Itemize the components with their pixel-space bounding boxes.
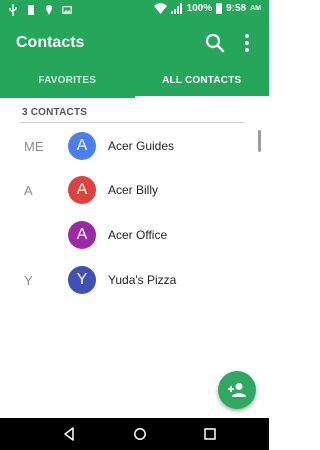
clock-time: 9:58 [226, 3, 247, 14]
battery-percent: 100% [186, 3, 213, 14]
search-icon[interactable] [204, 32, 226, 54]
sd-card-icon [28, 5, 34, 15]
tab-favorites[interactable]: FAVORITES [0, 68, 135, 98]
tab-bar: FAVORITES ALL CONTACTS [0, 68, 269, 98]
list-item[interactable]: Y Y Yuda's Pizza [0, 258, 269, 302]
contact-name: Yuda's Pizza [108, 273, 177, 287]
location-icon [45, 5, 53, 15]
avatar: Y [68, 266, 96, 294]
avatar: A [68, 221, 96, 249]
section-letter: A [24, 182, 33, 198]
section-letter: ME [24, 138, 44, 154]
navigation-bar [0, 418, 269, 450]
page-title: Contacts [16, 34, 85, 51]
contact-name: Acer Office [108, 228, 168, 242]
home-button[interactable] [132, 426, 148, 442]
add-contact-button[interactable] [218, 371, 256, 409]
status-bar: 100% 9:58 AM [0, 0, 269, 20]
back-icon [64, 427, 74, 441]
divider [20, 122, 244, 123]
clock-ampm: AM [250, 5, 261, 12]
contact-name: Acer Guides [108, 139, 175, 153]
more-vert-icon[interactable] [241, 32, 253, 54]
image-icon [62, 6, 72, 14]
list-item[interactable]: A A Acer Billy [0, 168, 269, 212]
contacts-screen: 100% 9:58 AM Contacts FAVORITES ALL CONT… [0, 0, 269, 450]
recents-button[interactable] [202, 426, 218, 442]
avatar: A [68, 176, 96, 204]
signal-icon [170, 3, 182, 14]
contact-name: Acer Billy [108, 183, 159, 197]
add-person-icon [228, 383, 246, 397]
usb-icon [9, 4, 17, 16]
battery-icon [216, 3, 223, 14]
avatar: A [68, 132, 96, 160]
app-bar: Contacts FAVORITES ALL CONTACTS [0, 20, 269, 98]
wifi-icon [153, 3, 167, 14]
list-item[interactable]: A Acer Office [0, 213, 269, 257]
back-button[interactable] [61, 426, 77, 442]
recents-icon [204, 428, 216, 440]
section-letter: Y [24, 272, 33, 288]
home-icon [134, 428, 146, 440]
contacts-count: 3 CONTACTS [22, 107, 88, 118]
tab-all-contacts[interactable]: ALL CONTACTS [134, 68, 270, 98]
list-item[interactable]: ME A Acer Guides [0, 124, 269, 168]
